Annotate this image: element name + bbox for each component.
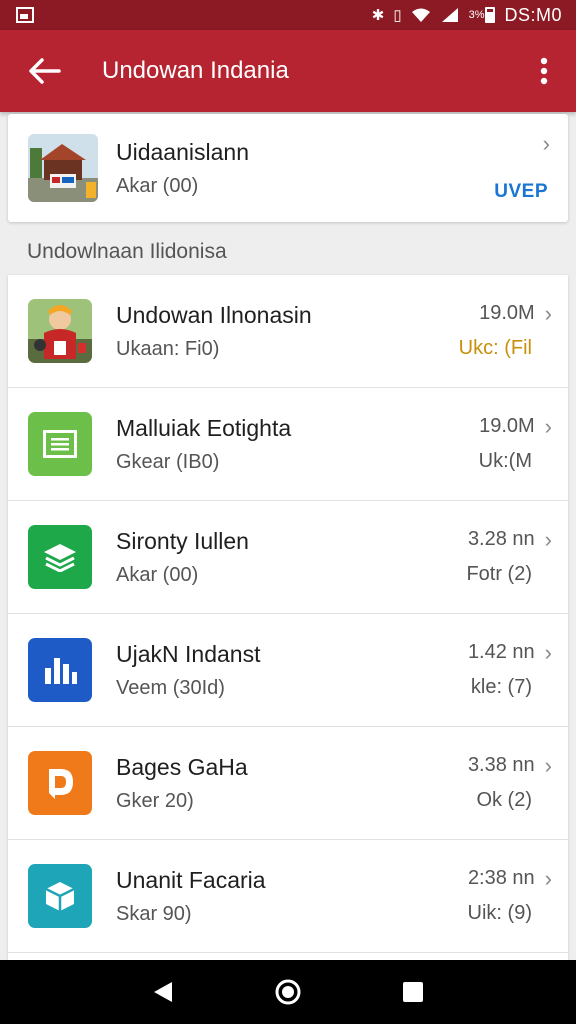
more-options-button[interactable]	[524, 41, 564, 101]
app-subtitle: Gker 20)	[116, 789, 194, 812]
more-vert-icon	[540, 57, 548, 85]
app-title: Sironty Iullen	[116, 527, 249, 554]
mascot-image	[28, 299, 92, 363]
app-subtitle: Ukaan: Fi0)	[116, 337, 220, 360]
clock: DS:M0	[504, 4, 562, 25]
update-button[interactable]: UVEP	[494, 181, 548, 203]
box-icon	[28, 864, 92, 928]
chevron-right-icon: ›	[544, 526, 552, 552]
list-item[interactable]: Bages GaHa Gker 20) 3.38 nn › Ok (2)	[8, 727, 568, 840]
page-title: Undowan Indania	[102, 57, 289, 84]
app-status: Uk:(M	[478, 450, 532, 472]
list-item[interactable]: UjakN Indanst Veem (30Id) 1.42 nn › kle:…	[8, 614, 568, 727]
app-size: 19.0M	[479, 302, 535, 324]
notification-icon	[16, 7, 34, 23]
app-size: 19.0M	[479, 415, 535, 437]
app-status: Ukc: (Fil	[458, 337, 532, 359]
chart-icon	[28, 638, 92, 702]
list-item[interactable]: Malluiak Eotighta Gkear (IB0) 19.0M › Uk…	[8, 388, 568, 501]
app-subtitle: Skar 90)	[116, 902, 192, 925]
vibrate-icon: ▯	[393, 6, 402, 24]
app-title: Unanit Facaria	[116, 866, 266, 893]
battery-percent: 3%	[468, 9, 485, 21]
navigation-bar	[0, 960, 576, 1024]
app-title: Bages GaHa	[116, 753, 248, 780]
chevron-right-icon: ›	[544, 752, 552, 778]
battery-indicator: 3%	[469, 7, 496, 23]
document-icon	[28, 412, 92, 476]
chevron-right-icon: ›	[544, 865, 552, 891]
list-item[interactable]: Unanit Facaria Skar 90) 2:38 nn › Uik: (…	[8, 840, 568, 953]
app-size: 3.28 nn	[467, 528, 535, 550]
app-subtitle: Gkear (IB0)	[116, 450, 220, 473]
app-size: 3.38 nn	[467, 754, 535, 776]
chevron-right-icon: ›	[542, 131, 550, 156]
featured-subtitle: Akar (00)	[116, 174, 199, 197]
app-bar: Undowan Indania	[0, 30, 576, 112]
chevron-right-icon: ›	[544, 639, 552, 665]
cell-signal-icon	[441, 8, 458, 22]
square-recents-icon	[403, 982, 424, 1002]
triangle-back-icon	[153, 982, 172, 1002]
app-title: Undowan Ilnonasin	[116, 301, 312, 328]
nav-back-button[interactable]	[138, 967, 188, 1017]
app-subtitle: Akar (00)	[116, 563, 199, 586]
app-title: Malluiak Eotighta	[116, 414, 292, 441]
battery-icon	[485, 7, 496, 23]
app-subtitle: Veem (30Id)	[116, 676, 225, 699]
list-item[interactable]: Undowan Ilnonasin Ukaan: Fi0) 19.0M › Uk…	[8, 275, 568, 388]
app-status: Uik: (9)	[467, 902, 532, 924]
nav-home-button[interactable]	[263, 967, 313, 1017]
chevron-right-icon: ›	[544, 413, 552, 439]
list-item[interactable]: Sironty Iullen Akar (00) 3.28 nn › Fotr …	[8, 501, 568, 614]
layers-icon	[28, 525, 92, 589]
back-button[interactable]	[14, 41, 74, 101]
featured-thumbnail	[28, 134, 98, 202]
app-title: UjakN Indanst	[116, 640, 261, 667]
chevron-right-icon: ›	[544, 300, 552, 326]
app-status: kle: (7)	[470, 676, 532, 698]
featured-app-card[interactable]: Uidaanislann Akar (00) › UVEP	[8, 114, 568, 222]
app-size: 2:38 nn	[467, 867, 535, 889]
app-status: Ok (2)	[476, 789, 532, 811]
wifi-icon	[411, 8, 430, 22]
featured-title: Uidaanislann	[116, 138, 249, 165]
app-size: 1.42 nn	[467, 641, 535, 663]
pages-icon	[28, 751, 92, 815]
home-circle-icon	[275, 979, 301, 1005]
status-bar: ✱ ▯ 3% DS:M0	[0, 0, 576, 30]
app-status: Fotr (2)	[466, 563, 532, 585]
app-list: Undowan Ilnonasin Ukaan: Fi0) 19.0M › Uk…	[8, 275, 568, 960]
section-header: Undowlnaan Ilidonisa	[27, 240, 227, 263]
back-arrow-icon	[29, 58, 61, 84]
bluetooth-icon: ✱	[371, 6, 385, 24]
nav-recents-button[interactable]	[388, 967, 438, 1017]
